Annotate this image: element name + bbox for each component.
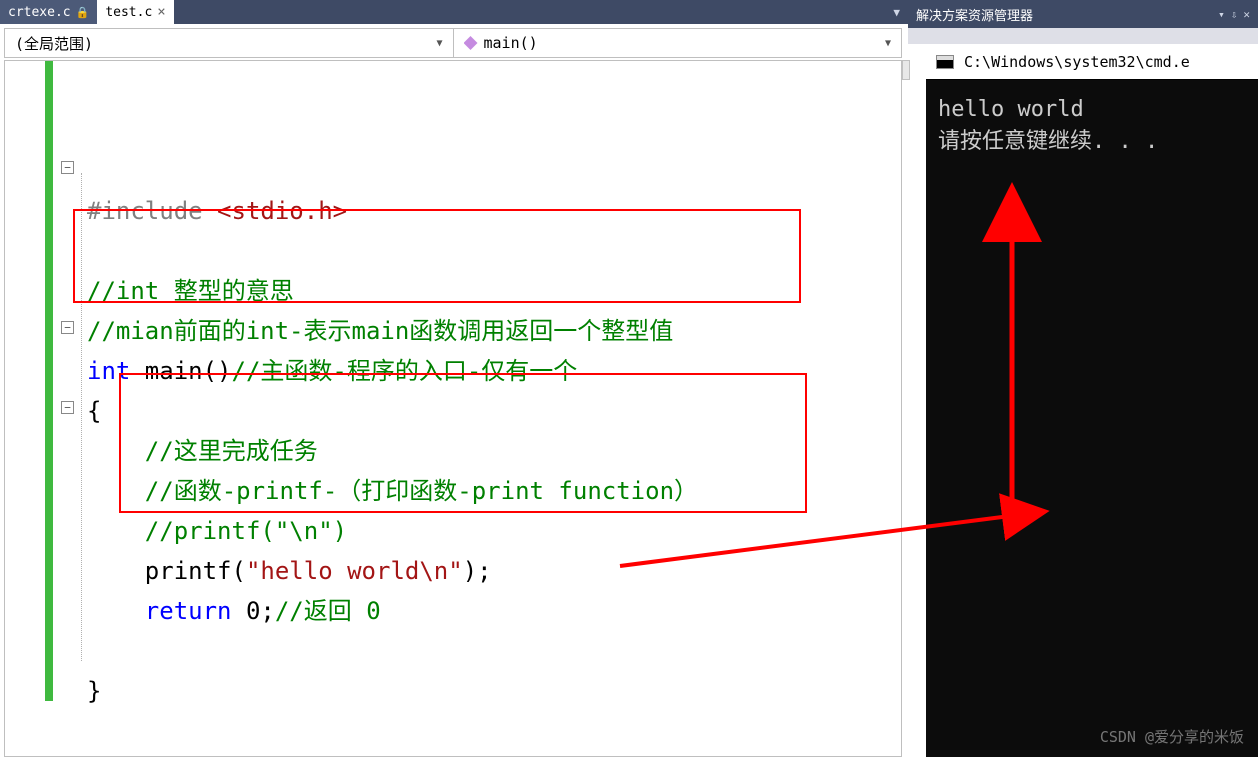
tab-test-active[interactable]: test.c × (97, 0, 173, 24)
annotation-box-1 (73, 209, 801, 303)
watermark: CSDN @爱分享的米饭 (1100, 726, 1244, 747)
solution-explorer-header: 解决方案资源管理器 ▾ ⇩ ✕ (908, 0, 1258, 28)
annotation-box-2 (119, 373, 807, 513)
member-dropdown[interactable]: main() ▼ (454, 29, 902, 57)
console-window: C:\Windows\system32\cmd.e hello world 请按… (926, 44, 1258, 757)
solution-explorer-title: 解决方案资源管理器 (916, 5, 1033, 24)
lock-icon: 🔒 (76, 6, 90, 19)
scope-dropdown[interactable]: (全局范围) ▼ (5, 29, 454, 57)
chevron-down-icon: ▼ (436, 38, 442, 49)
change-indicator (45, 61, 53, 701)
close-icon[interactable]: × (157, 4, 165, 20)
fold-toggle[interactable]: − (61, 321, 74, 334)
navigation-bar: (全局范围) ▼ main() ▼ (4, 28, 902, 58)
chevron-down-icon: ▼ (893, 6, 900, 19)
tab-crtexe[interactable]: crtexe.c 🔒 (0, 0, 97, 24)
solution-explorer-body (908, 28, 1258, 44)
fold-toggle[interactable]: − (61, 401, 74, 414)
tab-label: test.c (105, 5, 152, 20)
scope-label: (全局范围) (15, 33, 93, 54)
dropdown-icon[interactable]: ▾ (1218, 8, 1225, 21)
fold-toggle[interactable]: − (61, 161, 74, 174)
code-editor[interactable]: − − − #include <stdio.h> //int 整型的意思 //m… (4, 60, 902, 757)
tab-overflow[interactable]: ▼ (893, 0, 908, 24)
console-output: hello world 请按任意键继续. . . (926, 80, 1258, 172)
close-icon[interactable]: ✕ (1243, 8, 1250, 21)
console-titlebar[interactable]: C:\Windows\system32\cmd.e (926, 44, 1258, 80)
console-title-text: C:\Windows\system32\cmd.e (964, 53, 1190, 71)
editor-tab-bar: crtexe.c 🔒 test.c × ▼ (0, 0, 908, 24)
tab-label: crtexe.c (8, 5, 71, 20)
pin-icon[interactable]: ⇩ (1231, 8, 1238, 21)
chevron-down-icon: ▼ (885, 38, 891, 49)
method-icon (464, 36, 478, 50)
member-label: main() (484, 34, 538, 52)
cmd-icon (936, 55, 954, 69)
split-handle[interactable] (902, 60, 910, 80)
